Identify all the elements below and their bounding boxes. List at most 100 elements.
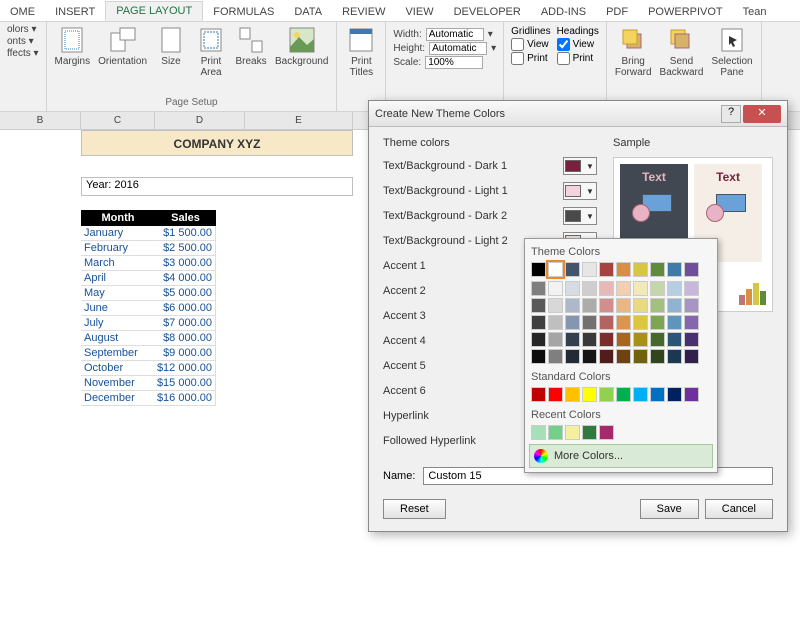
color-swatch[interactable] <box>616 262 631 277</box>
color-swatch[interactable] <box>667 315 682 330</box>
color-swatch[interactable] <box>599 281 614 296</box>
reset-button[interactable]: Reset <box>383 499 446 519</box>
bring-forward-button[interactable]: Bring Forward <box>611 24 656 80</box>
color-swatch[interactable] <box>599 332 614 347</box>
selection-pane-button[interactable]: Selection Pane <box>707 24 756 80</box>
color-swatch[interactable] <box>531 387 546 402</box>
color-swatch[interactable] <box>599 262 614 277</box>
save-button[interactable]: Save <box>640 499 699 519</box>
table-row[interactable]: February$2 500.00 <box>81 241 216 256</box>
table-row[interactable]: October$12 000.00 <box>81 361 216 376</box>
tab-pdf[interactable]: PDF <box>596 3 638 21</box>
tab-developer[interactable]: DEVELOPER <box>444 3 531 21</box>
color-swatch[interactable] <box>565 315 580 330</box>
color-swatch-button[interactable]: ▼ <box>563 182 597 200</box>
table-row[interactable]: April$4 000.00 <box>81 271 216 286</box>
col-b[interactable]: B <box>0 112 81 129</box>
tab-formulas[interactable]: FORMULAS <box>203 3 284 21</box>
headings-print-checkbox[interactable] <box>557 52 570 65</box>
color-swatch[interactable] <box>531 425 546 440</box>
width-input[interactable] <box>426 28 484 41</box>
tab-addins[interactable]: ADD-INS <box>531 3 596 21</box>
color-swatch[interactable] <box>548 387 563 402</box>
color-swatch-button[interactable]: ▼ <box>563 207 597 225</box>
color-swatch[interactable] <box>548 262 563 277</box>
color-swatch[interactable] <box>531 349 546 364</box>
color-swatch[interactable] <box>650 387 665 402</box>
color-swatch[interactable] <box>616 298 631 313</box>
tab-powerpivot[interactable]: POWERPIVOT <box>638 3 733 21</box>
color-swatch[interactable] <box>684 298 699 313</box>
color-swatch[interactable] <box>582 281 597 296</box>
gridlines-print-checkbox[interactable] <box>511 52 524 65</box>
color-swatch[interactable] <box>548 298 563 313</box>
color-swatch[interactable] <box>548 425 563 440</box>
color-swatch[interactable] <box>633 332 648 347</box>
color-swatch[interactable] <box>531 298 546 313</box>
table-row[interactable]: December$16 000.00 <box>81 391 216 406</box>
background-button[interactable]: Background <box>271 24 332 69</box>
color-swatch[interactable] <box>684 349 699 364</box>
color-swatch[interactable] <box>565 425 580 440</box>
scale-input[interactable] <box>425 56 483 69</box>
color-swatch[interactable] <box>667 332 682 347</box>
print-titles-button[interactable]: Print Titles <box>341 24 381 80</box>
tab-home[interactable]: OME <box>0 3 45 21</box>
color-swatch[interactable] <box>633 349 648 364</box>
color-swatch[interactable] <box>633 298 648 313</box>
tab-view[interactable]: VIEW <box>395 3 443 21</box>
more-colors-button[interactable]: More Colors... <box>529 444 713 468</box>
color-swatch[interactable] <box>667 349 682 364</box>
color-swatch[interactable] <box>667 281 682 296</box>
color-swatch[interactable] <box>582 349 597 364</box>
tab-page-layout[interactable]: PAGE LAYOUT <box>105 1 203 21</box>
close-button[interactable]: ✕ <box>743 105 781 123</box>
color-swatch[interactable] <box>633 262 648 277</box>
col-e[interactable]: E <box>245 112 353 129</box>
table-row[interactable]: September$9 000.00 <box>81 346 216 361</box>
tab-team[interactable]: Tean <box>733 3 777 21</box>
color-swatch[interactable] <box>684 387 699 402</box>
color-swatch[interactable] <box>599 349 614 364</box>
color-swatch[interactable] <box>582 425 597 440</box>
color-swatch[interactable] <box>531 262 546 277</box>
year-cell[interactable]: Year: 2016 <box>81 177 353 196</box>
color-swatch[interactable] <box>565 332 580 347</box>
color-swatch[interactable] <box>548 281 563 296</box>
gridlines-view-checkbox[interactable] <box>511 38 524 51</box>
color-swatch[interactable] <box>616 315 631 330</box>
color-swatch[interactable] <box>650 281 665 296</box>
table-row[interactable]: June$6 000.00 <box>81 301 216 316</box>
colors-dropdown[interactable]: olors ▾ <box>7 24 39 35</box>
color-swatch[interactable] <box>582 315 597 330</box>
color-swatch[interactable] <box>565 298 580 313</box>
color-swatch[interactable] <box>565 349 580 364</box>
color-swatch[interactable] <box>684 332 699 347</box>
color-swatch[interactable] <box>667 387 682 402</box>
cancel-button[interactable]: Cancel <box>705 499 773 519</box>
color-swatch[interactable] <box>599 315 614 330</box>
headings-view-checkbox[interactable] <box>557 38 570 51</box>
color-swatch[interactable] <box>548 332 563 347</box>
color-swatch[interactable] <box>650 315 665 330</box>
company-title-cell[interactable]: COMPANY XYZ <box>81 130 353 156</box>
print-area-button[interactable]: Print Area <box>191 24 231 80</box>
color-swatch[interactable] <box>565 262 580 277</box>
margins-button[interactable]: Margins <box>51 24 95 69</box>
color-swatch[interactable] <box>633 387 648 402</box>
color-swatch[interactable] <box>616 332 631 347</box>
color-swatch-button[interactable]: ▼ <box>563 157 597 175</box>
color-swatch[interactable] <box>599 387 614 402</box>
color-swatch[interactable] <box>616 349 631 364</box>
color-swatch[interactable] <box>565 281 580 296</box>
color-swatch[interactable] <box>582 298 597 313</box>
breaks-button[interactable]: Breaks <box>231 24 271 69</box>
effects-dropdown[interactable]: ffects ▾ <box>7 48 39 59</box>
tab-data[interactable]: DATA <box>284 3 332 21</box>
color-swatch[interactable] <box>684 262 699 277</box>
help-button[interactable]: ? <box>721 105 741 123</box>
color-swatch[interactable] <box>565 387 580 402</box>
color-swatch[interactable] <box>616 387 631 402</box>
color-swatch[interactable] <box>531 281 546 296</box>
color-swatch[interactable] <box>633 315 648 330</box>
